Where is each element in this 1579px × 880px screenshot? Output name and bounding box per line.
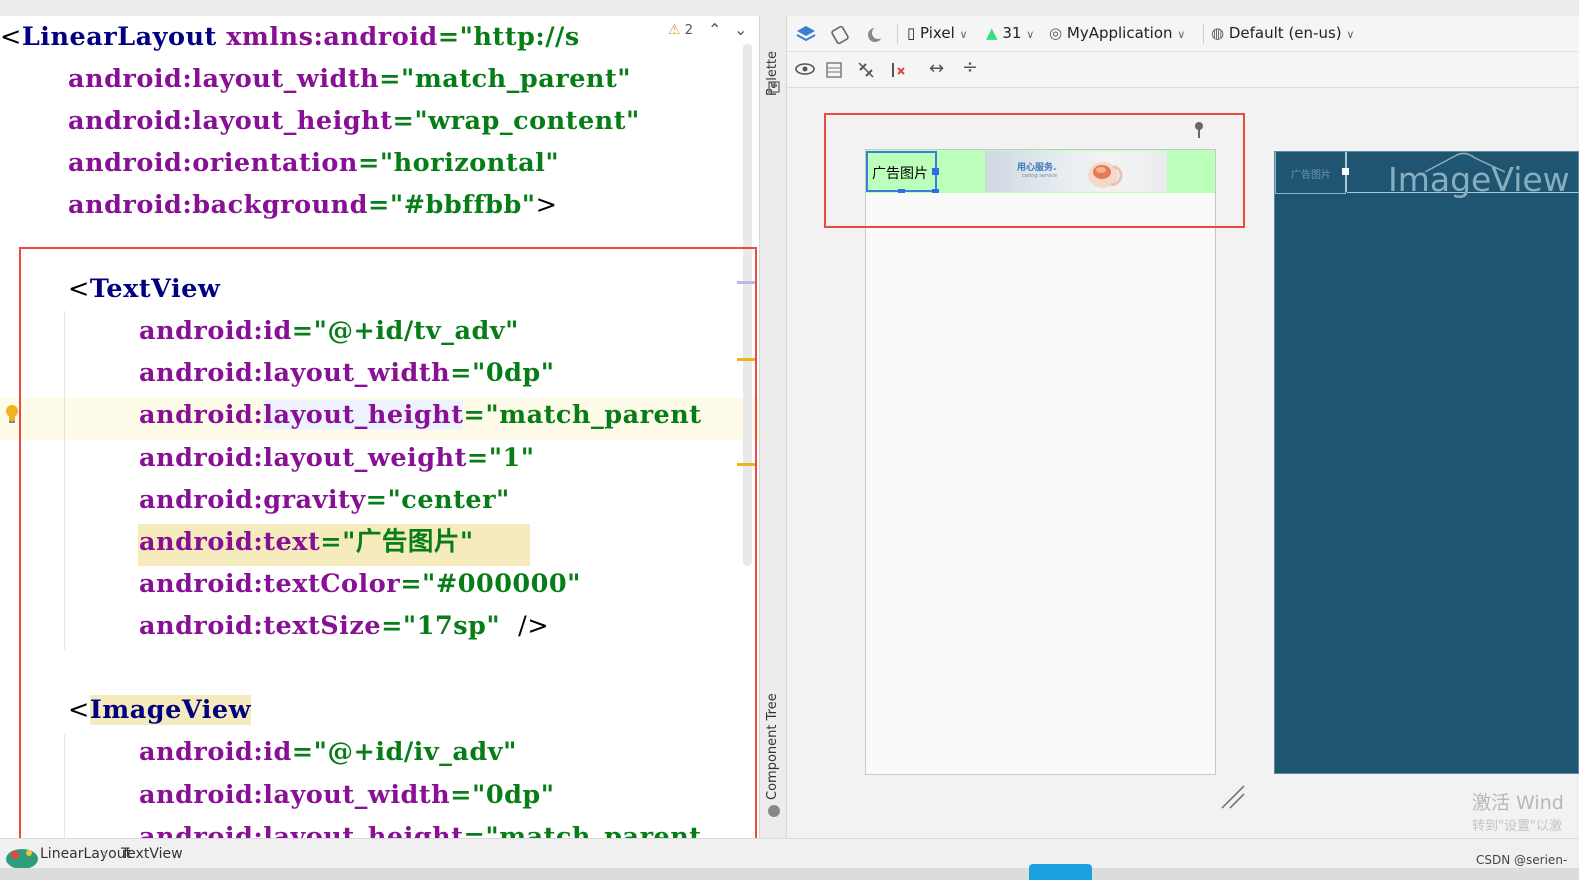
code-line[interactable]: android:orientation="horizontal" — [68, 142, 559, 184]
toolbar-separator — [1203, 24, 1204, 44]
breadcrumb-linearlayout[interactable]: LinearLayout — [40, 846, 131, 862]
theme-label: MyApplication — [1066, 24, 1173, 42]
device-label: Pixel — [920, 24, 955, 42]
blueprint-imageview-label: ImageView — [1388, 160, 1570, 199]
breadcrumb-bar: LinearLayout › TextView CSDN @serien- — [0, 838, 1579, 869]
design-pane: ▯ Pixel ∨ ▲ 31 ∨ ◎ MyApplication ∨ ◍ Def… — [787, 16, 1579, 838]
chevron-down-icon: ∨ — [1026, 28, 1035, 41]
taskbar-active-item[interactable] — [1029, 864, 1092, 880]
blueprint-textview-label: 广告图片 — [1291, 170, 1331, 181]
phone-icon: ▯ — [907, 24, 916, 42]
code-line[interactable]: android:background="#bbffbb"> — [68, 184, 557, 226]
device-selector[interactable]: ▯ Pixel ∨ — [907, 24, 968, 42]
lightbulb-icon[interactable] — [5, 404, 19, 424]
inspection-widget[interactable]: ⚠ 2 — [668, 22, 693, 38]
theme-icon: ◎ — [1049, 24, 1063, 42]
blueprint-textview: 广告图片 — [1275, 152, 1346, 194]
api-level-label: 31 — [1002, 24, 1022, 42]
component-tree-icon — [768, 805, 780, 817]
locale-selector[interactable]: ◍ Default (en-us) ∨ — [1211, 24, 1354, 42]
code-token: android:orientation — [68, 148, 358, 178]
activation-watermark: 激活 Wind — [1472, 792, 1564, 814]
resize-corner-icon[interactable] — [1220, 784, 1246, 810]
next-highlight-icon[interactable]: ⌄ — [734, 20, 747, 39]
night-mode-icon[interactable] — [865, 24, 887, 46]
rotate-icon[interactable] — [829, 24, 851, 46]
chevron-down-icon: ∨ — [1177, 28, 1186, 41]
bottom-strip — [0, 868, 1579, 880]
expand-horizontal-icon[interactable]: ↔ — [929, 58, 944, 79]
blueprint-preview[interactable]: 广告图片 ImageView — [1274, 151, 1579, 774]
code-token: ="http://s — [437, 22, 580, 52]
code-token: android:layout_width — [68, 64, 380, 94]
palette-icon — [768, 81, 780, 93]
warning-icon: ⚠ — [668, 22, 681, 38]
layers-icon[interactable] — [795, 24, 817, 46]
component-tree-tab-label: Component Tree — [765, 693, 780, 800]
code-token: ="match_parent" — [379, 64, 632, 94]
code-token: android:layout_height — [68, 106, 393, 136]
csdn-credit: CSDN @serien- — [1476, 853, 1568, 867]
expand-vertical-icon[interactable]: ÷ — [962, 56, 978, 78]
previous-highlight-icon[interactable]: ⌃ — [708, 20, 721, 39]
margins-icon[interactable] — [825, 61, 843, 79]
design-toolbar-secondary: ↔ ÷ — [787, 52, 1579, 88]
code-token: < — [0, 22, 22, 52]
component-tree-tab[interactable]: Component Tree — [765, 693, 780, 800]
code-token: xmlns:android — [226, 22, 438, 52]
android-icon: ▲ — [986, 24, 998, 42]
mascot-icon — [6, 849, 38, 869]
code-token: LinearLayout — [21, 22, 227, 52]
api-level-selector[interactable]: ▲ 31 ∨ — [986, 24, 1034, 42]
window-top-strip — [0, 0, 1579, 16]
side-tool-strip: Palette Component Tree — [759, 16, 787, 838]
toolbar-separator — [897, 24, 898, 44]
code-token: ="#bbffbb" — [368, 190, 536, 220]
chevron-down-icon: ∨ — [959, 28, 968, 41]
disable-autoconnect-icon[interactable] — [856, 60, 876, 80]
activation-watermark-sub: 转到"设置"以激 — [1472, 819, 1562, 834]
pin-icon[interactable] — [1193, 121, 1205, 139]
annotation-red-box — [19, 247, 757, 838]
theme-selector[interactable]: ◎ MyApplication ∨ — [1049, 24, 1185, 42]
code-editor[interactable]: <LinearLayout xmlns:android="http://s and… — [0, 16, 759, 838]
code-token: > — [535, 190, 558, 220]
code-line[interactable]: android:layout_width="match_parent" — [68, 58, 631, 100]
code-line[interactable]: android:layout_height="wrap_content" — [68, 100, 640, 142]
blueprint-handle — [1342, 168, 1349, 175]
code-line[interactable]: <LinearLayout xmlns:android="http://s — [0, 16, 580, 58]
globe-icon: ◍ — [1211, 24, 1225, 42]
chevron-down-icon: ∨ — [1346, 28, 1355, 41]
annotation-red-box — [824, 113, 1245, 228]
breadcrumb-textview[interactable]: TextView — [121, 846, 183, 862]
locale-label: Default (en-us) — [1228, 24, 1342, 42]
clear-constraints-icon[interactable] — [889, 60, 909, 80]
eye-icon[interactable] — [795, 62, 817, 78]
code-token: android:background — [68, 190, 368, 220]
device-preview[interactable]: 广告图片 用心服务. caring service — [865, 149, 1216, 775]
code-token: ="horizontal" — [357, 148, 560, 178]
breadcrumb-separator-icon: › — [102, 846, 108, 862]
design-toolbar: ▯ Pixel ∨ ▲ 31 ∨ ◎ MyApplication ∨ ◍ Def… — [787, 16, 1579, 52]
warning-count: 2 — [684, 23, 693, 38]
code-token: ="wrap_content" — [392, 106, 640, 136]
